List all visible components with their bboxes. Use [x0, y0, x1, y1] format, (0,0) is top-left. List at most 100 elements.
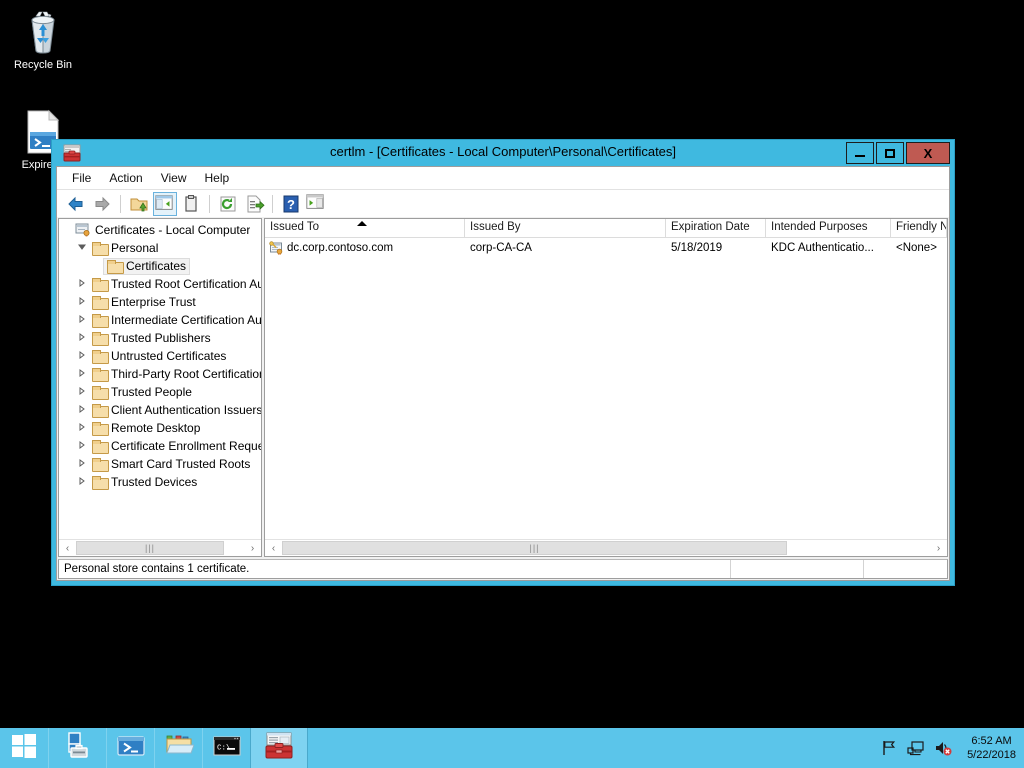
menu-help[interactable]: Help [196, 169, 239, 187]
refresh-button[interactable] [216, 192, 240, 216]
tree-expander-collapsed-icon[interactable] [75, 386, 89, 398]
tree-item[interactable]: Certificate Enrollment Reques [59, 437, 261, 455]
scroll-trough[interactable]: ||| [282, 540, 930, 556]
desktop[interactable]: Recycle Bin ExpireTe [0, 0, 1024, 728]
tree-item[interactable]: Enterprise Trust [59, 293, 261, 311]
tree-item-content: Enterprise Trust [89, 294, 199, 311]
start-button[interactable] [0, 728, 48, 768]
tree-items: PersonalCertificatesTrusted Root Certifi… [59, 239, 261, 491]
tree-expander-collapsed-icon[interactable] [75, 350, 89, 362]
volume-muted-icon[interactable] [934, 739, 952, 757]
tree-item[interactable]: Certificates [59, 257, 261, 275]
tree-item-label: Trusted Publishers [111, 331, 211, 345]
menu-action[interactable]: Action [100, 169, 151, 187]
tree-expander-collapsed-icon[interactable] [75, 278, 89, 290]
up-one-level-button[interactable] [127, 192, 151, 216]
desktop-icon-recycle-bin[interactable]: Recycle Bin [4, 8, 82, 72]
tree-item[interactable]: Remote Desktop [59, 419, 261, 437]
tree-expander-collapsed-icon[interactable] [75, 332, 89, 344]
tree-item[interactable]: Smart Card Trusted Roots [59, 455, 261, 473]
command-prompt-taskbar-button[interactable]: C:\ [202, 728, 250, 768]
column-header-issued-by[interactable]: Issued By [465, 219, 666, 238]
scroll-left-button[interactable]: ‹ [59, 540, 76, 556]
window-client-area: File Action View Help [56, 166, 950, 581]
console-tree-pane[interactable]: Certificates - Local Computer PersonalCe… [58, 218, 262, 557]
list-horizontal-scrollbar[interactable]: ‹ ||| › [265, 539, 947, 556]
action-center-icon[interactable] [880, 739, 898, 757]
column-header-expiration-date[interactable]: Expiration Date [666, 219, 766, 238]
menu-view[interactable]: View [152, 169, 196, 187]
tree-item[interactable]: Personal [59, 239, 261, 257]
folder-icon [164, 731, 194, 766]
window-controls[interactable]: X [844, 142, 950, 164]
menu-bar[interactable]: File Action View Help [57, 167, 949, 189]
cell-friendly-name: <None> [891, 242, 947, 254]
tree-expander-collapsed-icon[interactable] [75, 404, 89, 416]
scroll-thumb[interactable]: ||| [76, 541, 224, 555]
column-header-issued-to[interactable]: Issued To [265, 219, 465, 238]
tree-item[interactable]: Trusted Root Certification Au [59, 275, 261, 293]
status-panel-2 [731, 560, 864, 578]
table-row[interactable]: dc.corp.contoso.com corp-CA-CA 5/18/2019… [265, 238, 947, 257]
tree-item-content: Third-Party Root Certification [89, 366, 261, 383]
tree-expander-collapsed-icon[interactable] [75, 476, 89, 488]
maximize-button[interactable] [876, 142, 904, 164]
toolbar[interactable]: ? [57, 189, 949, 217]
file-explorer-taskbar-button[interactable] [154, 728, 202, 768]
export-list-button[interactable] [242, 192, 266, 216]
tree-item[interactable]: Third-Party Root Certification [59, 365, 261, 383]
column-header-friendly-name[interactable]: Friendly N [891, 219, 947, 238]
list-rows[interactable]: dc.corp.contoso.com corp-CA-CA 5/18/2019… [265, 238, 947, 539]
tree-expander-collapsed-icon[interactable] [75, 296, 89, 308]
tree-expander-collapsed-icon[interactable] [75, 458, 89, 470]
tree-horizontal-scrollbar[interactable]: ‹ ||| › [59, 539, 261, 556]
show-hide-console-tree-button[interactable] [153, 192, 177, 216]
taskbar[interactable]: C:\ [0, 728, 1024, 768]
powershell-taskbar-button[interactable] [106, 728, 154, 768]
tree-expander-collapsed-icon[interactable] [75, 314, 89, 326]
folder-icon [92, 350, 107, 362]
tree-item-content: Trusted People [89, 384, 195, 401]
certificates-list-pane[interactable]: Issued To Issued By Expiration Date Inte… [264, 218, 948, 557]
tree-item-label: Trusted People [111, 385, 192, 399]
properties-button[interactable] [179, 192, 203, 216]
tree-item[interactable]: Client Authentication Issuers [59, 401, 261, 419]
tree-item[interactable]: Untrusted Certificates [59, 347, 261, 365]
tree-expander-collapsed-icon[interactable] [75, 440, 89, 452]
folder-icon [107, 260, 122, 272]
tree-expander-collapsed-icon[interactable] [75, 422, 89, 434]
clock[interactable]: 6:52 AM 5/22/2018 [967, 734, 1016, 762]
scroll-right-button[interactable]: › [930, 540, 947, 556]
tree-root-node[interactable]: Certificates - Local Computer [59, 221, 261, 239]
close-button[interactable]: X [906, 142, 950, 164]
server-manager-taskbar-button[interactable] [48, 728, 106, 768]
scroll-left-button[interactable]: ‹ [265, 540, 282, 556]
scroll-trough[interactable]: ||| [76, 540, 244, 556]
certlm-window[interactable]: certlm - [Certificates - Local Computer\… [51, 139, 955, 586]
menu-file[interactable]: File [63, 169, 100, 187]
tree-item-content: Trusted Publishers [89, 330, 214, 347]
list-column-headers[interactable]: Issued To Issued By Expiration Date Inte… [265, 219, 947, 238]
certificate-icon [268, 241, 284, 255]
tree-item[interactable]: Intermediate Certification Au [59, 311, 261, 329]
minimize-button[interactable] [846, 142, 874, 164]
tree-item[interactable]: Trusted People [59, 383, 261, 401]
tree-expander-collapsed-icon[interactable] [75, 368, 89, 380]
network-icon[interactable] [907, 739, 925, 757]
tree-item[interactable]: Trusted Publishers [59, 329, 261, 347]
scroll-right-button[interactable]: › [244, 540, 261, 556]
back-button[interactable] [64, 192, 88, 216]
scroll-thumb[interactable]: ||| [282, 541, 787, 555]
system-tray[interactable]: 6:52 AM 5/22/2018 [880, 728, 1024, 768]
tree-item-content: Untrusted Certificates [89, 348, 229, 365]
column-header-intended-purposes[interactable]: Intended Purposes [766, 219, 891, 238]
cell-expiration-date: 5/18/2019 [666, 242, 766, 254]
forward-button[interactable] [90, 192, 114, 216]
tree-expander-expanded-icon[interactable] [75, 242, 89, 254]
window-titlebar[interactable]: certlm - [Certificates - Local Computer\… [52, 140, 954, 166]
tree-item[interactable]: Trusted Devices [59, 473, 261, 491]
help-button[interactable]: ? [279, 192, 303, 216]
tree-scroll-area[interactable]: Certificates - Local Computer PersonalCe… [59, 219, 261, 539]
show-action-pane-button[interactable] [305, 192, 329, 216]
certlm-taskbar-button[interactable] [250, 728, 308, 768]
